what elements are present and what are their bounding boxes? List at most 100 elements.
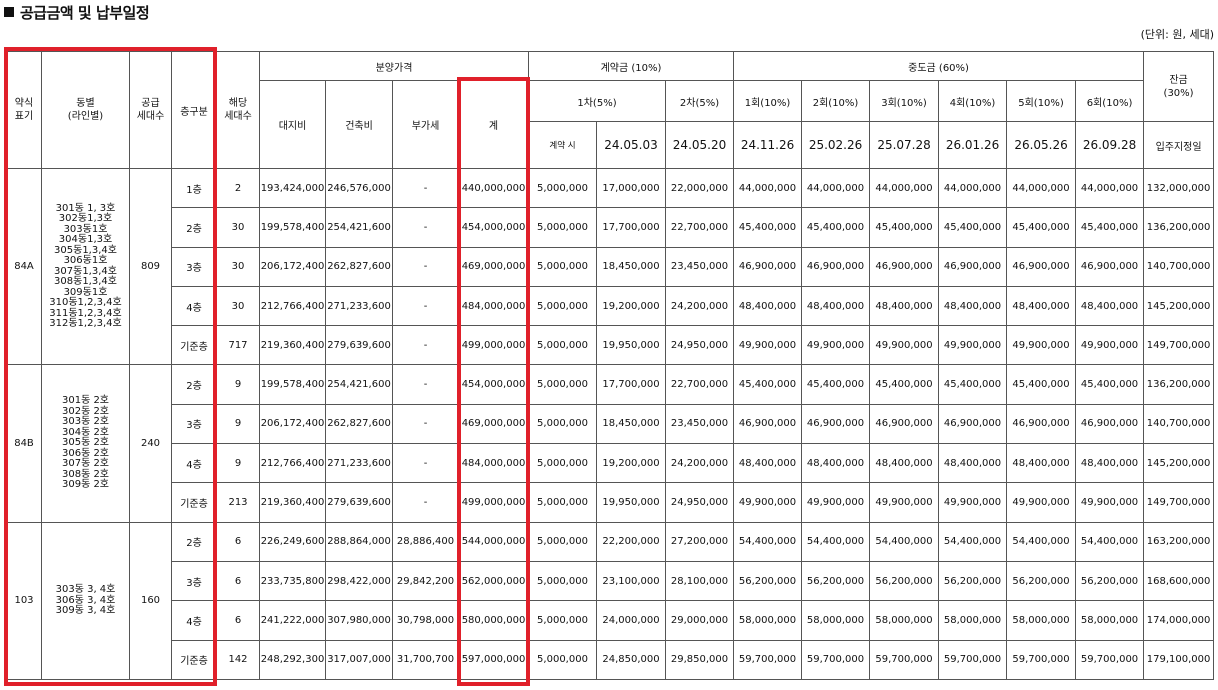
land-cell: 199,578,400: [259, 207, 326, 248]
contract-1-at-signing-cell: 5,000,000: [528, 207, 597, 248]
units-cell: 30: [216, 207, 260, 248]
header-middle-6: 6회(10%): [1075, 80, 1145, 122]
middle-payment-3-cell: 48,400,000: [869, 285, 940, 327]
header-balance: 잔금 (30%): [1143, 51, 1215, 122]
middle-payment-1-cell: 46,900,000: [733, 403, 803, 445]
units-cell: 30: [216, 246, 260, 287]
building-cell: 317,007,000: [325, 639, 393, 680]
building-cell: 262,827,600: [325, 246, 393, 287]
units-cell: 6: [216, 560, 260, 602]
header-supply: 공급 세대수: [129, 51, 172, 169]
middle-payment-3-cell: 44,000,000: [869, 167, 940, 209]
units-cell: 213: [216, 482, 260, 523]
middle-payment-5-cell: 45,400,000: [1006, 364, 1077, 405]
middle-payment-4-cell: 48,400,000: [938, 443, 1008, 484]
contract-1-cell: 19,200,000: [596, 285, 666, 327]
middle-payment-5-cell: 48,400,000: [1006, 285, 1077, 327]
contract-1-cell: 19,200,000: [596, 443, 666, 484]
header-middle-3-date: 25.07.28: [869, 121, 940, 169]
header-balance-date: 입주지정일: [1143, 121, 1215, 169]
header-middle-2: 2회(10%): [801, 80, 871, 122]
middle-payment-6-cell: 59,700,000: [1075, 639, 1145, 680]
header-dong: 동별 (라인별): [41, 51, 130, 169]
floor-cell: 4층: [171, 285, 217, 327]
middle-payment-4-cell: 56,200,000: [938, 560, 1008, 602]
middle-payment-1-cell: 54,400,000: [733, 521, 803, 562]
middle-payment-3-cell: 54,400,000: [869, 521, 940, 562]
units-cell: 6: [216, 600, 260, 641]
balance-cell: 136,200,000: [1143, 364, 1215, 405]
contract-2-cell: 23,450,000: [664, 403, 735, 445]
land-cell: 199,578,400: [259, 364, 326, 405]
contract-2-cell: 24,200,000: [664, 285, 735, 327]
header-units: 해당 세대수: [216, 51, 260, 169]
vat-cell: -: [392, 285, 459, 327]
vat-cell: -: [392, 167, 459, 209]
units-cell: 717: [216, 325, 260, 366]
type-cell: 84A: [6, 167, 42, 366]
supply-cell: 809: [129, 167, 172, 366]
middle-payment-1-cell: 45,400,000: [733, 364, 803, 405]
contract-1-at-signing-cell: 5,000,000: [528, 403, 597, 445]
page-title-text: 공급금액 및 납부일정: [20, 4, 150, 22]
table-row: 4층 6 241,222,000 307,980,000 30,798,000 580,0…: [7, 600, 1215, 641]
middle-payment-5-cell: 54,400,000: [1006, 521, 1077, 562]
middle-payment-6-cell: 49,900,000: [1075, 325, 1145, 366]
dong-cell: 301동 2호 302동 2호 303동 2호 304동 2호 305동 2호 …: [41, 364, 130, 523]
contract-1-at-signing-cell: 5,000,000: [528, 246, 597, 287]
floor-cell: 4층: [171, 443, 217, 484]
vat-cell: -: [392, 325, 459, 366]
middle-payment-5-cell: 44,000,000: [1006, 167, 1077, 209]
total-cell: 597,000,000: [458, 639, 529, 680]
middle-payment-2-cell: 59,700,000: [801, 639, 871, 680]
middle-payment-5-cell: 58,000,000: [1006, 600, 1077, 641]
building-cell: 254,421,600: [325, 364, 393, 405]
contract-1-at-signing-cell: 5,000,000: [528, 325, 597, 366]
header-contract: 계약금 (10%): [527, 51, 735, 81]
contract-1-at-signing-cell: 5,000,000: [528, 167, 597, 209]
balance-cell: 132,000,000: [1143, 167, 1215, 209]
total-cell: 484,000,000: [458, 443, 529, 484]
middle-payment-3-cell: 49,900,000: [869, 482, 940, 523]
table-row: 3층 6 233,735,800 298,422,000 29,842,200 562,0…: [7, 560, 1215, 602]
middle-payment-6-cell: 49,900,000: [1075, 482, 1145, 523]
building-cell: 279,639,600: [325, 325, 393, 366]
contract-1-at-signing-cell: 5,000,000: [528, 443, 597, 484]
header-contract-1-when: 계약 시: [528, 121, 597, 169]
floor-cell: 3층: [171, 246, 217, 287]
table-row: 3층 30 206,172,400 262,827,600-469,000,000 5,…: [7, 246, 1215, 287]
middle-payment-1-cell: 46,900,000: [733, 246, 803, 287]
contract-1-cell: 19,950,000: [596, 325, 666, 366]
floor-cell: 기준층: [171, 482, 217, 523]
vat-cell: -: [392, 482, 459, 523]
table-row: 3층 9 206,172,400 262,827,600-469,000,000 5,0…: [7, 403, 1215, 445]
header-middle-3: 3회(10%): [869, 80, 940, 122]
middle-payment-3-cell: 45,400,000: [869, 207, 940, 248]
middle-payment-6-cell: 58,000,000: [1075, 600, 1145, 641]
header-middle-4-date: 26.01.26: [938, 121, 1008, 169]
middle-payment-2-cell: 48,400,000: [801, 443, 871, 484]
contract-2-cell: 22,700,000: [664, 364, 735, 405]
middle-payment-6-cell: 48,400,000: [1075, 285, 1145, 327]
middle-payment-1-cell: 48,400,000: [733, 285, 803, 327]
building-cell: 279,639,600: [325, 482, 393, 523]
contract-1-cell: 18,450,000: [596, 246, 666, 287]
land-cell: 212,766,400: [259, 443, 326, 484]
header-total: 계: [458, 80, 529, 169]
floor-cell: 3층: [171, 560, 217, 602]
land-cell: 212,766,400: [259, 285, 326, 327]
land-cell: 226,249,600: [259, 521, 326, 562]
middle-payment-6-cell: 56,200,000: [1075, 560, 1145, 602]
vat-cell: -: [392, 403, 459, 445]
building-cell: 298,422,000: [325, 560, 393, 602]
building-cell: 307,980,000: [325, 600, 393, 641]
middle-payment-2-cell: 45,400,000: [801, 207, 871, 248]
table-row: 기준층 213 219,360,400 279,639,600-499,000,000…: [7, 482, 1215, 523]
contract-2-cell: 22,000,000: [664, 167, 735, 209]
square-bullet-icon: [4, 7, 14, 17]
contract-1-cell: 17,000,000: [596, 167, 666, 209]
contract-1-cell: 17,700,000: [596, 364, 666, 405]
middle-payment-5-cell: 46,900,000: [1006, 403, 1077, 445]
table-row: 103 303동 3, 4호 306동 3, 4호 309동 3, 4호 160 2층…: [6, 521, 1215, 680]
total-cell: 469,000,000: [458, 403, 529, 445]
